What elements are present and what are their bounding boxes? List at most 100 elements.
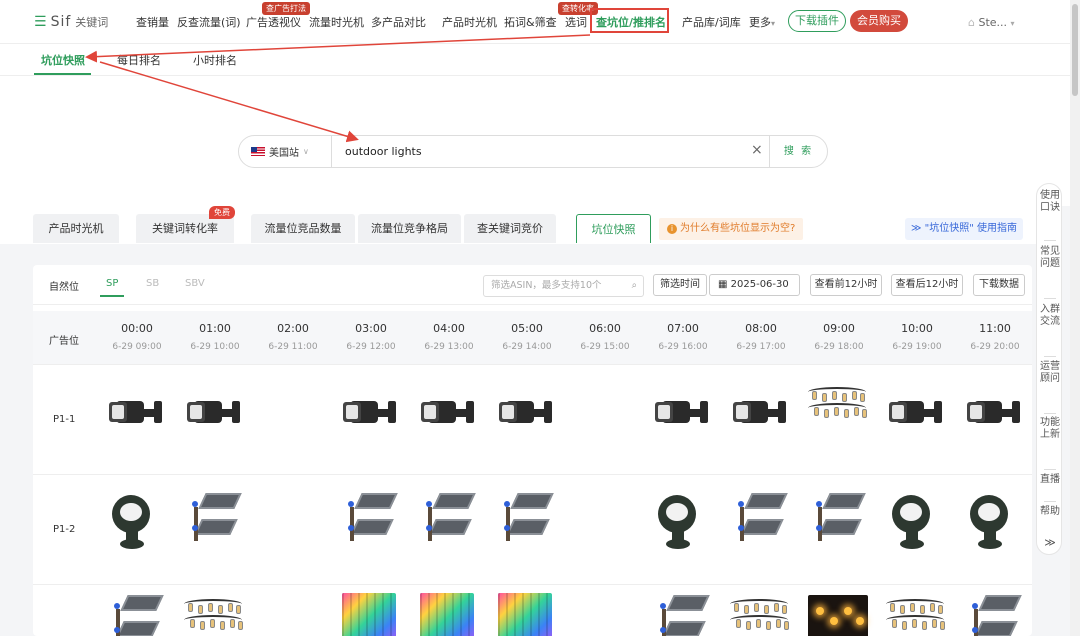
date-picker[interactable]: ▦ 2025-06-30	[709, 274, 800, 296]
tab-sp[interactable]: SP	[100, 278, 125, 297]
product-thumbnail[interactable]	[338, 379, 400, 441]
guide-link[interactable]: ≫ "坑位快照" 使用指南	[905, 218, 1024, 240]
search-box: 美国站 ∨ outdoor lights × 搜 索	[238, 135, 828, 168]
why-empty-tip[interactable]: i 为什么有些坑位显示为空?	[659, 218, 804, 240]
product-thumbnail[interactable]	[416, 591, 478, 636]
product-thumbnail[interactable]	[182, 489, 244, 551]
column-date: 6-29 13:00	[424, 342, 474, 352]
product-thumbnail[interactable]	[104, 489, 166, 551]
nav-item-traffic-timemachine[interactable]: 流量时光机	[309, 14, 364, 30]
search-button[interactable]: 搜 索	[769, 136, 827, 167]
asin-filter-placeholder: 筛选ASIN，最多支持10个	[491, 280, 602, 291]
sidebar-item-join-group[interactable]: 入群交流	[1037, 304, 1063, 327]
sidebar-item-faq[interactable]: 常见问题	[1037, 246, 1063, 269]
tab-natural[interactable]: 自然位	[49, 278, 79, 293]
column-date: 6-29 11:00	[268, 342, 318, 352]
product-thumbnail[interactable]	[884, 489, 946, 551]
column-time: 08:00	[745, 322, 777, 335]
column-time: 06:00	[589, 322, 621, 335]
nav-item-reverse-traffic[interactable]: 反查流量(词)	[177, 14, 241, 30]
user-name: Ste...	[978, 16, 1008, 29]
date-value: 2025-06-30	[730, 279, 789, 290]
product-thumbnail[interactable]	[182, 379, 244, 441]
filter-time-button[interactable]: 筛选时间	[653, 274, 707, 296]
tab-hourly-rank[interactable]: 小时排名	[193, 52, 237, 68]
ftab-competition-pattern[interactable]: 流量位竞争格局	[358, 214, 461, 243]
sidebar-item-tips[interactable]: 使用口诀	[1037, 190, 1063, 213]
scrollbar-thumb[interactable]	[1072, 4, 1078, 96]
next-12h-button[interactable]: 查看后12小时	[891, 274, 963, 296]
product-thumbnail[interactable]	[182, 591, 244, 636]
prev-12h-button[interactable]: 查看前12小时	[810, 274, 882, 296]
product-thumbnail[interactable]	[416, 489, 478, 551]
product-thumbnail[interactable]	[806, 489, 868, 551]
user-menu[interactable]: ⌂ Ste... ▾	[968, 16, 1015, 29]
ftab-pit-snapshot[interactable]: 坑位快照	[576, 214, 651, 243]
download-plugin-button[interactable]: 下载插件	[788, 10, 846, 32]
nav-item-library[interactable]: 产品库/词库	[682, 14, 741, 30]
tab-sb[interactable]: SB	[146, 278, 159, 289]
nav-item-multi-compare[interactable]: 多产品对比	[371, 14, 426, 30]
product-thumbnail[interactable]	[650, 489, 712, 551]
product-thumbnail[interactable]	[728, 591, 790, 636]
tab-sbv[interactable]: SBV	[185, 278, 205, 289]
vip-purchase-button[interactable]: 会员购买	[850, 10, 908, 32]
chevron-down-icon: ∨	[303, 147, 309, 156]
product-thumbnail[interactable]	[494, 379, 556, 441]
why-tip-text: 为什么有些坑位显示为空?	[680, 223, 796, 234]
nav-item-ad-insight[interactable]: 广告透视仪	[246, 14, 301, 30]
product-thumbnail[interactable]	[962, 489, 1024, 551]
product-thumbnail[interactable]	[884, 379, 946, 441]
table-row	[33, 585, 1032, 636]
product-thumbnail[interactable]	[884, 591, 946, 636]
page-scrollbar[interactable]	[1070, 0, 1080, 636]
product-thumbnail[interactable]	[728, 489, 790, 551]
divider	[1044, 501, 1056, 502]
nav-item-product-timemachine[interactable]: 产品时光机	[442, 14, 497, 30]
nav-item-more[interactable]: 更多▾	[749, 14, 775, 30]
collapse-icon[interactable]: ≫	[1037, 537, 1063, 549]
ftab-product-timemachine[interactable]: 产品时光机	[33, 214, 119, 243]
sidebar-item-consultant[interactable]: 运营顾问	[1037, 361, 1063, 384]
site-selector[interactable]: 美国站 ∨	[239, 136, 332, 167]
download-data-button[interactable]: 下载数据	[973, 274, 1025, 296]
tab-pit-snapshot[interactable]: 坑位快照	[41, 52, 85, 68]
product-thumbnail[interactable]	[104, 379, 166, 441]
clear-icon[interactable]: ×	[751, 142, 763, 158]
nav-item-sales[interactable]: 查销量	[136, 14, 169, 30]
product-thumbnail[interactable]	[104, 591, 166, 636]
sidebar-item-live[interactable]: 直播	[1037, 474, 1063, 486]
logo[interactable]: ☰ Sif 关键词	[34, 14, 124, 30]
asin-filter-input[interactable]: 筛选ASIN，最多支持10个 ⌕	[483, 275, 644, 297]
nav-item-select-words[interactable]: 选词	[565, 14, 587, 30]
product-thumbnail[interactable]	[728, 379, 790, 441]
product-thumbnail[interactable]	[962, 591, 1024, 636]
column-date: 6-29 14:00	[502, 342, 552, 352]
product-thumbnail[interactable]	[650, 379, 712, 441]
table-row: P1-1	[33, 365, 1032, 475]
product-thumbnail[interactable]	[962, 379, 1024, 441]
divider	[1044, 356, 1056, 357]
tab-daily-rank[interactable]: 每日排名	[117, 52, 161, 68]
sidebar-item-help[interactable]: 帮助	[1037, 506, 1063, 518]
search-input[interactable]: outdoor lights	[345, 145, 422, 158]
column-date: 6-29 19:00	[892, 342, 942, 352]
product-thumbnail[interactable]	[338, 489, 400, 551]
sidebar-item-new-features[interactable]: 功能上新	[1037, 417, 1063, 440]
nav-more-label: 更多	[749, 16, 771, 29]
product-thumbnail[interactable]	[806, 591, 868, 636]
column-time: 01:00	[199, 322, 231, 335]
ftab-keyword-bid[interactable]: 查关键词竞价	[464, 214, 556, 243]
column-time: 03:00	[355, 322, 387, 335]
menu-icon[interactable]: ☰	[34, 14, 47, 30]
product-thumbnail[interactable]	[650, 591, 712, 636]
search-icon: ⌕	[631, 280, 637, 291]
ftab-competitor-count[interactable]: 流量位竞品数量	[251, 214, 355, 243]
product-thumbnail[interactable]	[806, 379, 868, 441]
product-thumbnail[interactable]	[416, 379, 478, 441]
search-area: 美国站 ∨ outdoor lights × 搜 索	[0, 76, 1080, 206]
product-thumbnail[interactable]	[494, 591, 556, 636]
product-thumbnail[interactable]	[338, 591, 400, 636]
nav-item-expand-words[interactable]: 拓词&筛查	[504, 14, 557, 30]
product-thumbnail[interactable]	[494, 489, 556, 551]
